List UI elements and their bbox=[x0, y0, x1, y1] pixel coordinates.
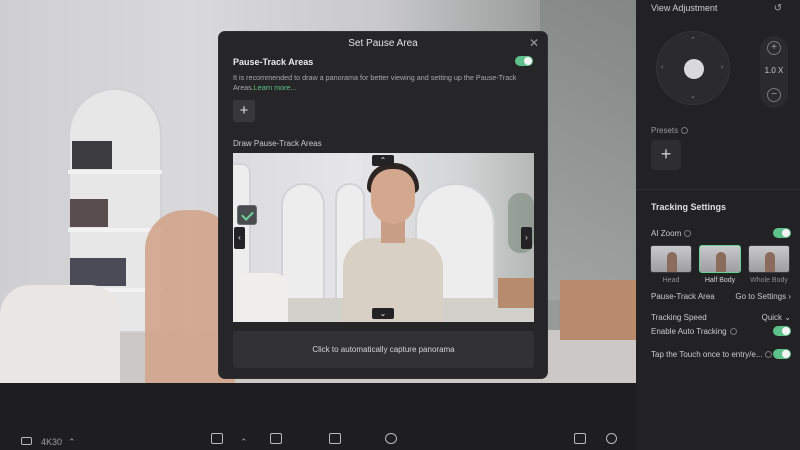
resolution-label[interactable]: 4K30 bbox=[41, 435, 62, 449]
auto-tracking-toggle[interactable] bbox=[773, 326, 791, 336]
go-to-settings-link[interactable]: Go to Settings › bbox=[735, 292, 791, 301]
ai-zoom-label: AI Zoom bbox=[651, 228, 692, 238]
tap-touch-label: Tap the Touch once to entry/e... bbox=[651, 349, 773, 359]
pan-up-arrow-icon[interactable]: ⌃ bbox=[372, 155, 394, 166]
reset-icon[interactable]: ↺ bbox=[772, 3, 784, 15]
framing-options: Head Half Body Whole Body bbox=[650, 245, 790, 284]
preview-books bbox=[70, 258, 126, 286]
chevron-up-icon[interactable]: ⌃ bbox=[68, 435, 76, 449]
panorama-canvas[interactable] bbox=[233, 153, 534, 322]
chevron-up-icon[interactable]: ⌃ bbox=[240, 435, 248, 449]
pause-track-area-label: Pause-Track Area bbox=[651, 292, 715, 301]
help-icon[interactable] bbox=[681, 127, 689, 135]
bottom-toolbar: 4K30 ⌃ ⌃ bbox=[0, 383, 636, 450]
preview-shelf bbox=[68, 228, 162, 232]
gesture-icon[interactable] bbox=[385, 433, 397, 444]
pano-person-head bbox=[371, 169, 415, 224]
add-area-button[interactable]: + bbox=[233, 100, 255, 122]
auto-tracking-text: Enable Auto Tracking bbox=[651, 326, 727, 336]
zoom-control: + 1.0 X − bbox=[760, 36, 788, 108]
framing-half-body[interactable]: Half Body bbox=[699, 245, 741, 284]
tracking-settings-title: Tracking Settings bbox=[651, 202, 727, 212]
camera-snapshot-icon[interactable] bbox=[574, 433, 586, 444]
arrow-right-icon[interactable]: › bbox=[721, 64, 723, 71]
framing-whole-body-label: Whole Body bbox=[750, 277, 788, 284]
framing-half-body-label: Half Body bbox=[704, 277, 736, 284]
capture-panorama-button[interactable]: Click to automatically capture panorama bbox=[233, 331, 534, 368]
framing-half-body-thumbnail bbox=[699, 245, 741, 273]
zoom-value: 1.0 X bbox=[764, 66, 784, 75]
tracking-speed-value: Quick bbox=[761, 313, 783, 322]
zoom-out-icon[interactable]: − bbox=[767, 88, 781, 102]
framing-head[interactable]: Head bbox=[650, 245, 692, 284]
draw-areas-label: Draw Pause-Track Areas bbox=[233, 139, 322, 148]
ai-zoom-toggle[interactable] bbox=[773, 228, 791, 238]
learn-more-link[interactable]: Learn more... bbox=[254, 83, 297, 92]
view-adjustment-title: View Adjustment bbox=[651, 3, 718, 13]
help-icon[interactable] bbox=[684, 229, 692, 237]
tracking-speed-select[interactable]: Quick ⌄ bbox=[762, 313, 791, 322]
preview-books bbox=[70, 199, 108, 227]
tracking-speed-row: Tracking Speed Quick ⌄ bbox=[651, 313, 791, 322]
tap-touch-row: Tap the Touch once to entry/e... bbox=[651, 349, 791, 359]
help-icon[interactable] bbox=[765, 350, 773, 358]
arrow-left-icon[interactable]: ‹ bbox=[661, 64, 663, 71]
joystick-knob[interactable] bbox=[684, 59, 704, 79]
zoom-in-icon[interactable]: + bbox=[767, 41, 781, 55]
set-pause-area-dialog: Set Pause Area ✕ Pause-Track Areas It is… bbox=[219, 32, 547, 378]
pause-track-area-row: Pause-Track Area Go to Settings › bbox=[651, 292, 791, 301]
pause-track-areas-toggle[interactable] bbox=[515, 56, 533, 66]
confirm-check-icon[interactable] bbox=[237, 205, 257, 225]
add-preset-button[interactable]: + bbox=[651, 140, 681, 170]
preview-shelf bbox=[68, 170, 162, 174]
dialog-title: Set Pause Area bbox=[348, 38, 418, 49]
tap-touch-toggle[interactable] bbox=[773, 349, 791, 359]
person-frame-icon[interactable] bbox=[211, 433, 223, 444]
arrow-down-icon[interactable]: ⌄ bbox=[690, 92, 696, 100]
right-sidebar: View Adjustment ↺ ⌃ ⌄ ‹ › + 1.0 X − Pres… bbox=[636, 0, 800, 450]
framing-head-thumbnail bbox=[650, 245, 692, 273]
pan-left-arrow-icon[interactable]: ‹ bbox=[234, 227, 245, 249]
presets-label-text: Presets bbox=[651, 126, 679, 135]
framing-head-label: Head bbox=[662, 277, 680, 284]
tap-touch-text: Tap the Touch once to entry/e... bbox=[651, 349, 763, 359]
pause-track-areas-label: Pause-Track Areas bbox=[233, 57, 314, 67]
pause-track-description: It is recommended to draw a panorama for… bbox=[233, 73, 531, 93]
framing-whole-body[interactable]: Whole Body bbox=[748, 245, 790, 284]
preview-stairs bbox=[560, 280, 636, 340]
help-icon[interactable] bbox=[729, 327, 737, 335]
auto-tracking-row: Enable Auto Tracking bbox=[651, 326, 791, 336]
pan-right-arrow-icon[interactable]: › bbox=[521, 227, 532, 249]
tracking-speed-label: Tracking Speed bbox=[651, 313, 707, 322]
pan-tilt-joystick[interactable]: ⌃ ⌄ ‹ › bbox=[656, 31, 730, 105]
chevron-down-icon: ⌄ bbox=[784, 313, 791, 322]
presets-label: Presets bbox=[651, 126, 689, 135]
ai-zoom-text: AI Zoom bbox=[651, 228, 682, 238]
go-to-settings-text: Go to Settings bbox=[735, 292, 787, 301]
chevron-right-icon: › bbox=[788, 292, 791, 301]
pano-sofa bbox=[233, 273, 288, 322]
preview-books bbox=[72, 141, 112, 169]
arrow-up-icon[interactable]: ⌃ bbox=[690, 36, 696, 44]
divider bbox=[636, 189, 800, 190]
pan-down-arrow-icon[interactable]: ⌄ bbox=[372, 308, 394, 319]
screen-icon[interactable] bbox=[270, 433, 282, 444]
close-icon[interactable]: ✕ bbox=[528, 37, 540, 49]
auto-tracking-label: Enable Auto Tracking bbox=[651, 327, 737, 336]
desk-view-icon[interactable] bbox=[329, 433, 341, 444]
pano-stairs bbox=[498, 278, 534, 308]
resolution-icon[interactable] bbox=[21, 437, 32, 445]
record-icon[interactable] bbox=[606, 433, 617, 444]
preview-window bbox=[540, 0, 636, 300]
framing-whole-body-thumbnail bbox=[748, 245, 790, 273]
preview-sofa bbox=[0, 285, 120, 383]
ai-zoom-row: AI Zoom bbox=[651, 228, 791, 238]
